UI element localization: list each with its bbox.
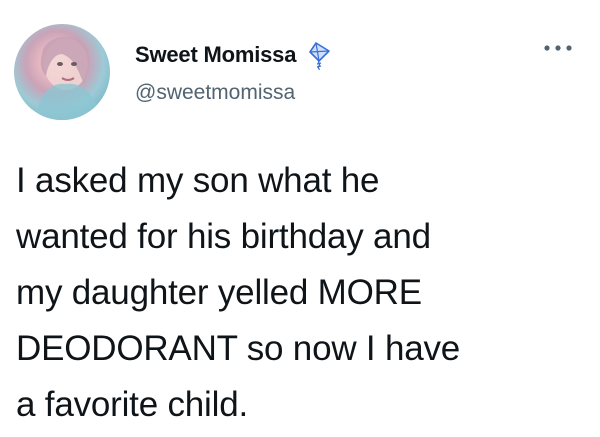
author-name-row: Sweet Momissa (135, 40, 332, 71)
kite-icon (302, 40, 332, 71)
avatar[interactable] (14, 24, 110, 120)
author-handle[interactable]: @sweetmomissa (135, 81, 295, 105)
tweet-text: I asked my son what he wanted for his bi… (16, 161, 461, 424)
author-display-name[interactable]: Sweet Momissa (135, 42, 296, 68)
more-options-button[interactable] (540, 36, 576, 60)
tweet-card: Sweet Momissa @sweetmomissa I asked my s… (0, 0, 600, 437)
profile-photo-icon (36, 36, 100, 120)
more-horizontal-icon (544, 45, 572, 51)
